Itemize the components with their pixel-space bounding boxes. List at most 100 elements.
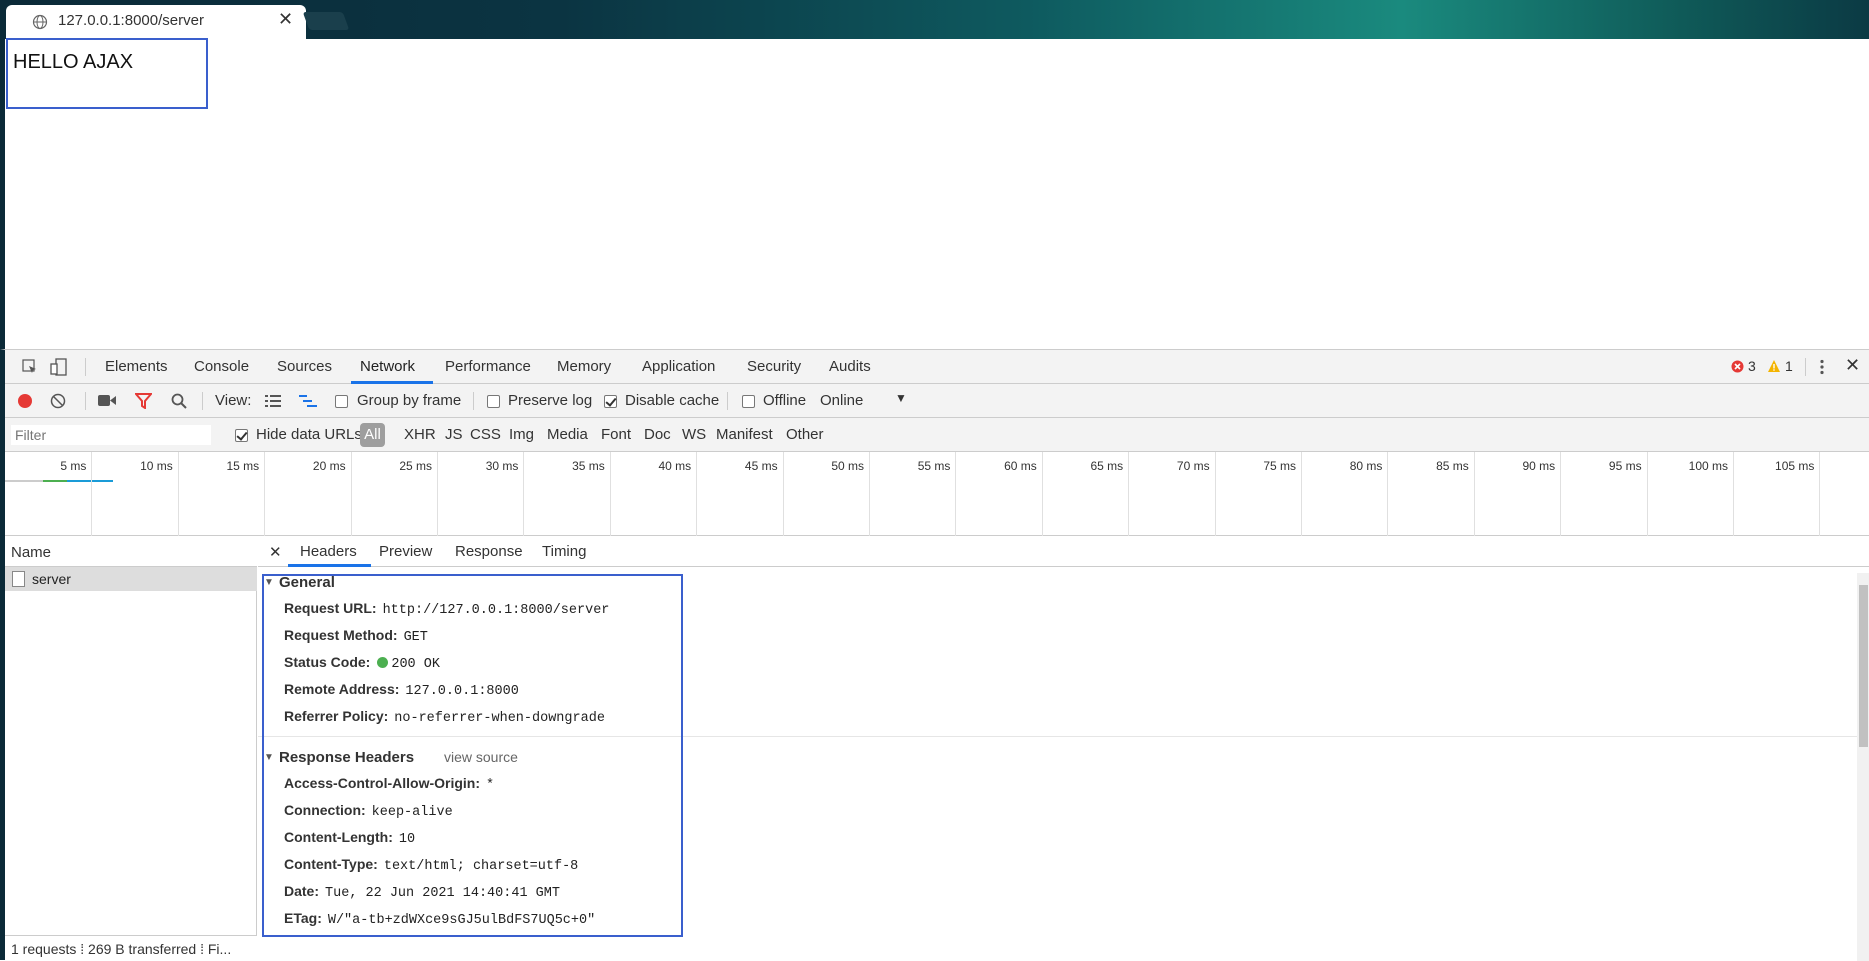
timeline-tick-label: 100 ms xyxy=(1688,459,1728,473)
highlight-box xyxy=(262,574,683,937)
separator xyxy=(473,392,474,410)
filter-type-doc[interactable]: Doc xyxy=(644,426,671,443)
timeline-tick-label: 70 ms xyxy=(1176,459,1210,473)
hide-data-urls-checkbox[interactable] xyxy=(235,429,248,442)
timeline-gridline xyxy=(1819,452,1821,536)
disable-cache-checkbox[interactable] xyxy=(604,395,617,408)
request-list: Name server 1 requests ⁞ 269 B transferr… xyxy=(5,537,257,961)
devtools-panel: Elements Console Sources Network Perform… xyxy=(0,349,1869,961)
error-count[interactable]: 3 xyxy=(1748,358,1756,374)
request-detail-panel: ✕ Headers Preview Response Timing ▼ Gene… xyxy=(258,537,1869,961)
network-overview-timeline[interactable]: 5 ms 10 ms 15 ms 20 ms 25 ms 30 ms 35 ms 40 ms 4… xyxy=(5,452,1869,536)
filter-type-xhr[interactable]: XHR xyxy=(404,426,436,443)
tab-preview[interactable]: Preview xyxy=(379,543,432,560)
filter-type-font[interactable]: Font xyxy=(601,426,631,443)
filter-input[interactable] xyxy=(11,425,211,445)
separator xyxy=(1805,358,1806,376)
search-icon[interactable] xyxy=(171,393,187,409)
timeline-gridline xyxy=(523,452,525,536)
separator xyxy=(727,392,728,410)
network-summary-text: 1 requests ⁞ 269 B transferred ⁞ Fi... xyxy=(11,941,232,957)
tab-memory[interactable]: Memory xyxy=(557,358,611,375)
offline-checkbox[interactable] xyxy=(742,395,755,408)
timeline-gridline xyxy=(1473,452,1475,536)
timeline-tick-label: 80 ms xyxy=(1349,459,1383,473)
tab-close-button[interactable]: ✕ xyxy=(278,9,293,30)
filter-type-all[interactable]: All xyxy=(360,423,385,447)
timeline-gridline xyxy=(91,452,93,536)
timeline-tick-label: 50 ms xyxy=(831,459,864,473)
tab-performance[interactable]: Performance xyxy=(445,358,531,375)
chevron-down-icon[interactable]: ▼ xyxy=(895,391,907,405)
clear-icon[interactable] xyxy=(50,393,66,409)
device-toggle-icon[interactable] xyxy=(50,358,68,376)
error-icon xyxy=(1731,360,1744,373)
timeline-gridline xyxy=(955,452,957,536)
request-name: server xyxy=(32,571,71,587)
throttling-select[interactable]: Online xyxy=(820,392,863,409)
record-icon[interactable] xyxy=(17,393,33,409)
new-tab-button[interactable] xyxy=(302,12,350,30)
disable-cache-label: Disable cache xyxy=(625,392,720,409)
separator xyxy=(85,392,86,410)
preserve-log-label: Preserve log xyxy=(508,392,593,409)
browser-tab[interactable]: 127.0.0.1:8000/server ✕ xyxy=(6,5,306,39)
request-row[interactable]: server xyxy=(5,567,257,591)
timeline-tick-label: 5 ms xyxy=(60,459,87,473)
timeline-tick-label: 15 ms xyxy=(226,459,260,473)
filter-bar: Hide data URLs All XHR JS CSS Img Media … xyxy=(5,418,1869,452)
tab-timing[interactable]: Timing xyxy=(542,543,586,560)
globe-icon xyxy=(32,14,48,30)
tab-security[interactable]: Security xyxy=(747,358,801,375)
timeline-tick-label: 105 ms xyxy=(1775,459,1815,473)
tab-audits[interactable]: Audits xyxy=(829,358,871,375)
filter-type-js[interactable]: JS xyxy=(445,426,463,443)
timeline-tick-label: 40 ms xyxy=(658,459,692,473)
waterfall-view-icon[interactable] xyxy=(299,394,317,408)
group-by-frame-checkbox[interactable] xyxy=(335,395,348,408)
browser-titlebar: 127.0.0.1:8000/server ✕ xyxy=(0,0,1869,39)
filter-type-img[interactable]: Img xyxy=(509,426,534,443)
timeline-gridline xyxy=(1041,452,1043,536)
filter-type-css[interactable]: CSS xyxy=(470,426,501,443)
list-view-icon[interactable] xyxy=(265,394,281,408)
tab-elements[interactable]: Elements xyxy=(105,358,168,375)
filter-type-other[interactable]: Other xyxy=(786,426,824,443)
timeline-gridline xyxy=(264,452,266,536)
timeline-gridline xyxy=(696,452,698,536)
detail-scrollbar[interactable] xyxy=(1857,573,1869,961)
separator xyxy=(85,358,86,376)
close-detail-icon[interactable]: ✕ xyxy=(269,543,282,561)
scrollbar-thumb[interactable] xyxy=(1859,585,1868,747)
tab-application[interactable]: Application xyxy=(642,358,715,375)
tab-sources[interactable]: Sources xyxy=(277,358,332,375)
warning-count[interactable]: 1 xyxy=(1785,358,1793,374)
name-column-header[interactable]: Name xyxy=(5,537,257,567)
filter-type-manifest[interactable]: Manifest xyxy=(716,426,773,443)
view-label: View: xyxy=(215,392,252,409)
timeline-gridline xyxy=(609,452,611,536)
tab-headers[interactable]: Headers xyxy=(300,543,357,560)
timeline-tick-label: 65 ms xyxy=(1090,459,1124,473)
filter-type-media[interactable]: Media xyxy=(547,426,588,443)
filter-type-ws[interactable]: WS xyxy=(682,426,706,443)
more-options-icon[interactable] xyxy=(1819,359,1825,375)
inspect-element-icon[interactable] xyxy=(22,359,38,375)
hide-data-urls-label: Hide data URLs xyxy=(256,426,362,443)
devtools-main-tabs: Elements Console Sources Network Perform… xyxy=(5,350,1869,384)
timeline-gridline xyxy=(177,452,179,536)
video-camera-icon[interactable] xyxy=(98,394,116,407)
timeline-gridline xyxy=(1128,452,1130,536)
tab-title: 127.0.0.1:8000/server xyxy=(58,12,204,29)
tab-console[interactable]: Console xyxy=(194,358,249,375)
filter-icon[interactable] xyxy=(135,393,152,409)
timeline-gridline xyxy=(1733,452,1734,536)
preserve-log-checkbox[interactable] xyxy=(487,395,500,408)
offline-label: Offline xyxy=(763,392,807,409)
timeline-bar-blue xyxy=(67,480,113,482)
timeline-tick-label: 75 ms xyxy=(1263,459,1296,473)
tab-response[interactable]: Response xyxy=(455,543,523,560)
close-devtools-icon[interactable]: ✕ xyxy=(1845,355,1860,376)
tab-network[interactable]: Network xyxy=(360,358,415,375)
timeline-gridline xyxy=(1560,452,1562,536)
